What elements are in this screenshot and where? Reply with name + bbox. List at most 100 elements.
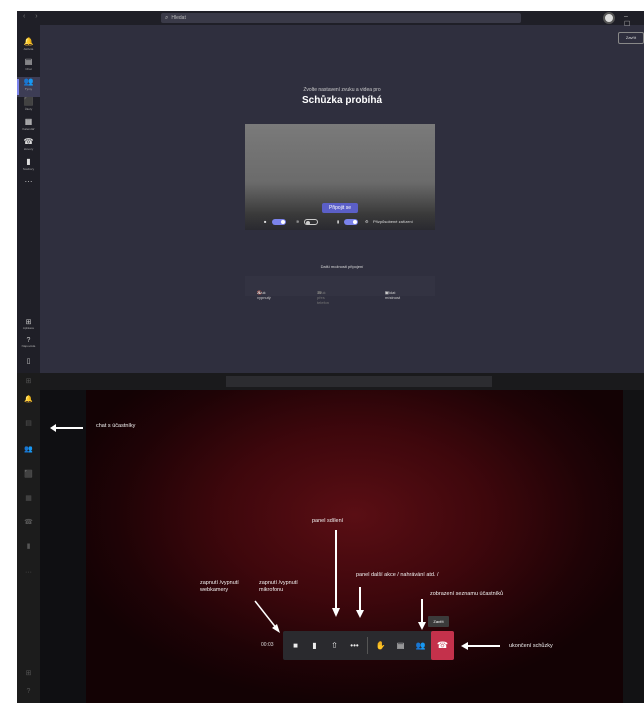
rail-label: Aplikace (22, 326, 35, 330)
files-icon: ▮ (26, 157, 31, 166)
search-placeholder: Hledat (171, 15, 186, 21)
search-input[interactable]: ⌕ Hledat (161, 13, 521, 23)
annotation-end-meeting: ukončení schůzky (509, 643, 553, 649)
hang-up-button[interactable]: ☎ (431, 631, 454, 660)
annotation-share-panel: panel sdílení (312, 518, 344, 524)
tooltip: Zavřít (428, 616, 449, 627)
right-strip (623, 390, 644, 703)
annotation-mic: zapnutí /vypnutí mikrofonu (259, 580, 298, 593)
hang-up-icon: ☎ (436, 640, 449, 650)
participants-button[interactable]: 👥 (411, 631, 430, 660)
arrow-more (359, 587, 361, 612)
annotation-chat: chat s účastníky (96, 423, 136, 429)
rail-item-teams[interactable]: 👥 Týmy (17, 77, 40, 97)
title-bar (17, 373, 644, 390)
apps-icon: ⊞ (25, 319, 32, 326)
help-icon: ? (26, 337, 31, 344)
more-options-title: Další možnosti připojení (320, 264, 364, 269)
window-controls[interactable]: – ☐ (624, 13, 644, 28)
device-icon: ▯ (26, 358, 31, 365)
arrowhead-share (332, 608, 340, 617)
option-label: Zvuk vypnutý (257, 290, 271, 300)
more-actions-button[interactable]: ••• (345, 631, 364, 660)
rail-label: Kalendář (22, 127, 35, 131)
arrow-share (335, 530, 337, 610)
join-options-bar: 🔇 Zvuk vypnutý ☎ Zvuk přes telefon ▣ Při… (245, 276, 435, 305)
help-icon[interactable]: ? (17, 688, 40, 695)
rail-item-more[interactable]: ··· (17, 177, 40, 197)
prejoin-subtitle: Zvolte nastavení zvuku a videa pro (303, 87, 381, 93)
bell-icon[interactable]: 🔔 (17, 395, 40, 403)
teams-icon: 👥 (23, 77, 34, 86)
calendar-icon: ▦ (24, 117, 33, 126)
arrowhead-chat (50, 424, 56, 432)
camera-icon: ■ (264, 219, 267, 224)
rail-item-files[interactable]: ▮ Soubory (17, 157, 40, 177)
calls-icon: ☎ (23, 137, 34, 146)
rail-item-calls[interactable]: ☎ Hovory (17, 137, 40, 157)
settings-icon: ⚙ (365, 219, 369, 224)
search-icon: ⌕ (165, 15, 169, 21)
share-button[interactable]: ⇧ (325, 631, 344, 660)
av-controls: ■ ≋ ▮ ⚙ Přizpůsobené zařízení (264, 219, 434, 229)
avatar[interactable] (603, 12, 615, 24)
assignments-icon[interactable]: ⬛ (17, 470, 40, 478)
rail-label: Aktivita (23, 47, 34, 51)
more-icon: ··· (24, 177, 33, 186)
teams-icon[interactable]: 👥 (17, 445, 40, 453)
prejoin-screenshot: ‹ › ⌕ Hledat – ☐ Zavřít 🔔 Aktivita ▤ Chat 👥… (17, 11, 644, 373)
title-bar: ‹ › ⌕ Hledat – ☐ (17, 11, 644, 28)
mic-icon: ▮ (337, 219, 340, 224)
more-icon[interactable]: ··· (17, 569, 40, 576)
apps-icon[interactable]: ⊞ (17, 669, 40, 677)
rail-item-chat[interactable]: ▤ Chat (17, 57, 40, 77)
rail-item-help[interactable]: ? Nápověda (17, 337, 40, 348)
files-icon[interactable]: ▮ (17, 542, 40, 550)
search-input[interactable] (226, 376, 492, 387)
rail-label: Chat (25, 67, 32, 71)
join-button[interactable]: Připojit se (322, 203, 358, 213)
meeting-timer: 00:03 (261, 642, 274, 648)
camera-toggle[interactable] (272, 219, 286, 225)
rail-label: Hovory (23, 147, 34, 151)
rail-item-assignments[interactable]: ⬛ Úkoly (17, 97, 40, 117)
calls-icon[interactable]: ☎ (17, 518, 40, 526)
video-preview (245, 124, 435, 230)
blur-icon: ≋ (296, 219, 300, 224)
chat-button[interactable]: ▤ (391, 631, 410, 660)
annotation-webcam: zapnutí /vypnutí webkamery (200, 580, 239, 593)
rail-item-device[interactable]: ▯ (17, 357, 40, 365)
app-rail: ⊞ 🔔 ▤ 👥 ⬛ ▦ ☎ ▮ ··· ⊞ ? (17, 373, 40, 703)
mic-button[interactable]: ▮ (305, 631, 324, 660)
meeting-screenshot: ⊞ 🔔 ▤ 👥 ⬛ ▦ ☎ ▮ ··· ⊞ ? chat s účastníky… (17, 373, 644, 703)
app-rail: 🔔 Aktivita ▤ Chat 👥 Týmy ⬛ Úkoly ▦ Kalendář ☎… (17, 25, 40, 373)
rail-label: Soubory (22, 167, 35, 171)
arrow-end (465, 645, 500, 647)
rail-item-calendar[interactable]: ▦ Kalendář (17, 117, 40, 137)
annotation-more-actions: panel další akce / nahrávání atd. / (356, 572, 439, 578)
rail-item-apps[interactable]: ⊞ Aplikace (17, 318, 40, 330)
arrowhead-participants (418, 622, 426, 630)
bell-icon: 🔔 (23, 37, 34, 46)
rail-label: Nápověda (21, 344, 36, 348)
device-settings-link[interactable]: Přizpůsobené zařízení (373, 219, 413, 224)
camera-button[interactable]: ■ (286, 631, 305, 660)
nav-arrows[interactable]: ‹ › (23, 13, 42, 20)
rail-item-activity[interactable]: 🔔 Aktivita (17, 37, 40, 57)
chat-icon[interactable]: ▤ (17, 419, 40, 427)
mic-toggle[interactable] (344, 219, 358, 225)
arrow-participants (421, 599, 423, 624)
rail-label: Týmy (24, 87, 33, 91)
assignments-icon: ⬛ (23, 97, 34, 106)
close-button[interactable]: Zavřít (618, 32, 644, 44)
page-title: Schůzka probíhá (301, 95, 382, 106)
calendar-icon[interactable]: ▦ (17, 494, 40, 502)
separator (367, 637, 368, 654)
blur-toggle[interactable] (304, 219, 318, 225)
arrow-chat (52, 427, 83, 429)
arrowhead-end (461, 642, 468, 650)
raise-hand-button[interactable]: ✋ (371, 631, 390, 660)
grid-icon[interactable]: ⊞ (17, 377, 40, 385)
meeting-control-bar: ■ ▮ ⇧ ••• ✋ ▤ 👥 (283, 631, 454, 660)
option-label: Zvuk přes telefon (317, 290, 330, 305)
